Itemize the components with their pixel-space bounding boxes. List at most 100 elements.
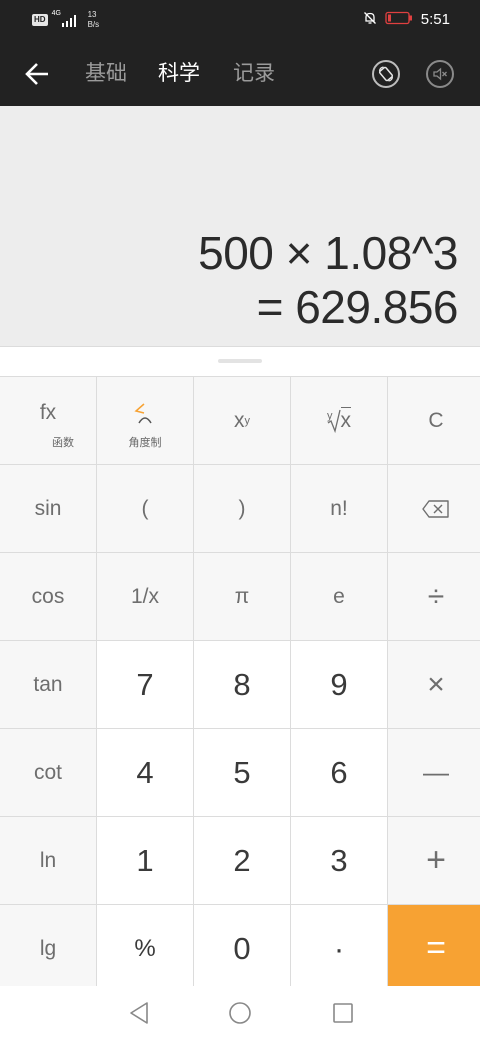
circle-home-icon: [229, 1002, 251, 1024]
angle-icon: [134, 402, 152, 423]
digit-1-label: 1: [136, 842, 154, 878]
e-key[interactable]: e: [291, 553, 387, 640]
power-base: x: [234, 408, 245, 432]
mute-bell-icon: [363, 10, 377, 29]
square-recents-icon: [333, 1003, 353, 1023]
keypad: fx 函数 角度制 xy y x C sin ( ) n! cos 1/x π …: [0, 377, 480, 992]
signal-icon: 4G: [52, 10, 80, 29]
function-key[interactable]: fx 函数: [0, 377, 96, 464]
root-key[interactable]: y x: [291, 377, 387, 464]
equals-label: =: [426, 929, 446, 967]
drag-handle[interactable]: [218, 359, 262, 363]
root-radicand: x: [340, 406, 351, 432]
net-speed-value: 13: [87, 10, 97, 19]
sin-key[interactable]: sin: [0, 465, 96, 552]
sin-label: sin: [34, 496, 62, 520]
cos-key[interactable]: cos: [0, 553, 96, 640]
tab-basic[interactable]: 基础: [85, 59, 127, 87]
status-bar: HD 4G 13 B/s 5:51: [0, 0, 480, 40]
plus-key[interactable]: +: [388, 817, 480, 904]
left-paren-label: (: [141, 496, 149, 520]
lg-key[interactable]: lg: [0, 905, 96, 992]
digit-0-key[interactable]: 0: [194, 905, 290, 992]
cot-label: cot: [33, 760, 62, 784]
backspace-key[interactable]: [388, 465, 480, 552]
app-bar: 基础 科学 记录: [0, 40, 480, 106]
digit-7-label: 7: [136, 666, 154, 702]
minus-label: —: [423, 757, 449, 787]
tab-scientific[interactable]: 科学: [158, 59, 200, 87]
net-speed-unit: B/s: [87, 20, 100, 29]
calculator-display: 500 × 1.08^3 = 629.856: [0, 106, 480, 346]
percent-label: %: [134, 934, 156, 962]
angle-mode-key[interactable]: 角度制: [97, 377, 193, 464]
nav-home-button[interactable]: [227, 1000, 253, 1026]
pi-key[interactable]: π: [194, 553, 290, 640]
reciprocal-label: 1/x: [130, 584, 159, 608]
tab-history[interactable]: 记录: [233, 59, 275, 87]
status-left: HD 4G 13 B/s: [32, 10, 99, 30]
equals-key[interactable]: =: [388, 905, 480, 992]
factorial-label: n!: [330, 496, 348, 520]
digit-9-label: 9: [330, 666, 348, 702]
net-speed: 13 B/s: [88, 10, 100, 30]
right-paren-key[interactable]: ): [194, 465, 290, 552]
clock: 5:51: [420, 11, 450, 28]
digit-3-label: 3: [330, 842, 348, 878]
system-nav-bar: [0, 986, 480, 1040]
digit-7-key[interactable]: 7: [97, 641, 193, 728]
panel-drag-area[interactable]: [0, 346, 480, 377]
digit-8-key[interactable]: 8: [194, 641, 290, 728]
tan-key[interactable]: tan: [0, 641, 96, 728]
minus-key[interactable]: —: [388, 729, 480, 816]
cot-key[interactable]: cot: [0, 729, 96, 816]
left-paren-key[interactable]: (: [97, 465, 193, 552]
radical-icon: [327, 409, 341, 433]
reciprocal-key[interactable]: 1/x: [97, 553, 193, 640]
plus-label: +: [426, 841, 446, 879]
nav-recents-button[interactable]: [330, 1000, 356, 1026]
back-button[interactable]: [20, 57, 54, 91]
rotate-screen-button[interactable]: [372, 60, 400, 88]
cos-label: cos: [31, 584, 65, 608]
decimal-point-key[interactable]: ·: [291, 905, 387, 992]
battery-icon: [385, 10, 413, 29]
fx-label: fx: [39, 400, 57, 424]
percent-key[interactable]: %: [97, 905, 193, 992]
factorial-key[interactable]: n!: [291, 465, 387, 552]
pi-label: π: [234, 584, 250, 608]
digit-6-key[interactable]: 6: [291, 729, 387, 816]
multiply-key[interactable]: ×: [388, 641, 480, 728]
digit-0-label: 0: [233, 930, 251, 966]
digit-2-label: 2: [233, 842, 251, 878]
status-right: 5:51: [363, 10, 450, 29]
expression-text: 500 × 1.08^3: [198, 227, 458, 279]
digit-9-key[interactable]: 9: [291, 641, 387, 728]
nav-back-button[interactable]: [126, 1000, 152, 1026]
clear-key[interactable]: C: [388, 377, 480, 464]
digit-3-key[interactable]: 3: [291, 817, 387, 904]
right-paren-label: ): [238, 496, 246, 520]
digit-5-key[interactable]: 5: [194, 729, 290, 816]
divide-label: ÷: [427, 579, 445, 613]
digit-2-key[interactable]: 2: [194, 817, 290, 904]
hd-badge: HD: [32, 14, 48, 26]
divide-key[interactable]: ÷: [388, 553, 480, 640]
speaker-muted-icon: [433, 67, 447, 81]
tan-label: tan: [33, 672, 63, 696]
digit-4-key[interactable]: 4: [97, 729, 193, 816]
lg-label: lg: [39, 936, 57, 960]
clear-label: C: [428, 408, 444, 432]
ln-label: ln: [39, 848, 57, 872]
digit-5-label: 5: [233, 754, 251, 790]
power-exponent: y: [244, 414, 251, 427]
digit-1-key[interactable]: 1: [97, 817, 193, 904]
function-sublabel: 函数: [52, 436, 74, 449]
multiply-label: ×: [427, 667, 445, 701]
power-key[interactable]: xy: [194, 377, 290, 464]
ln-key[interactable]: ln: [0, 817, 96, 904]
back-arrow-icon: [25, 63, 48, 85]
triangle-back-icon: [130, 1002, 148, 1024]
angle-mode-sublabel: 角度制: [128, 436, 162, 449]
mute-sound-button[interactable]: [426, 60, 454, 88]
